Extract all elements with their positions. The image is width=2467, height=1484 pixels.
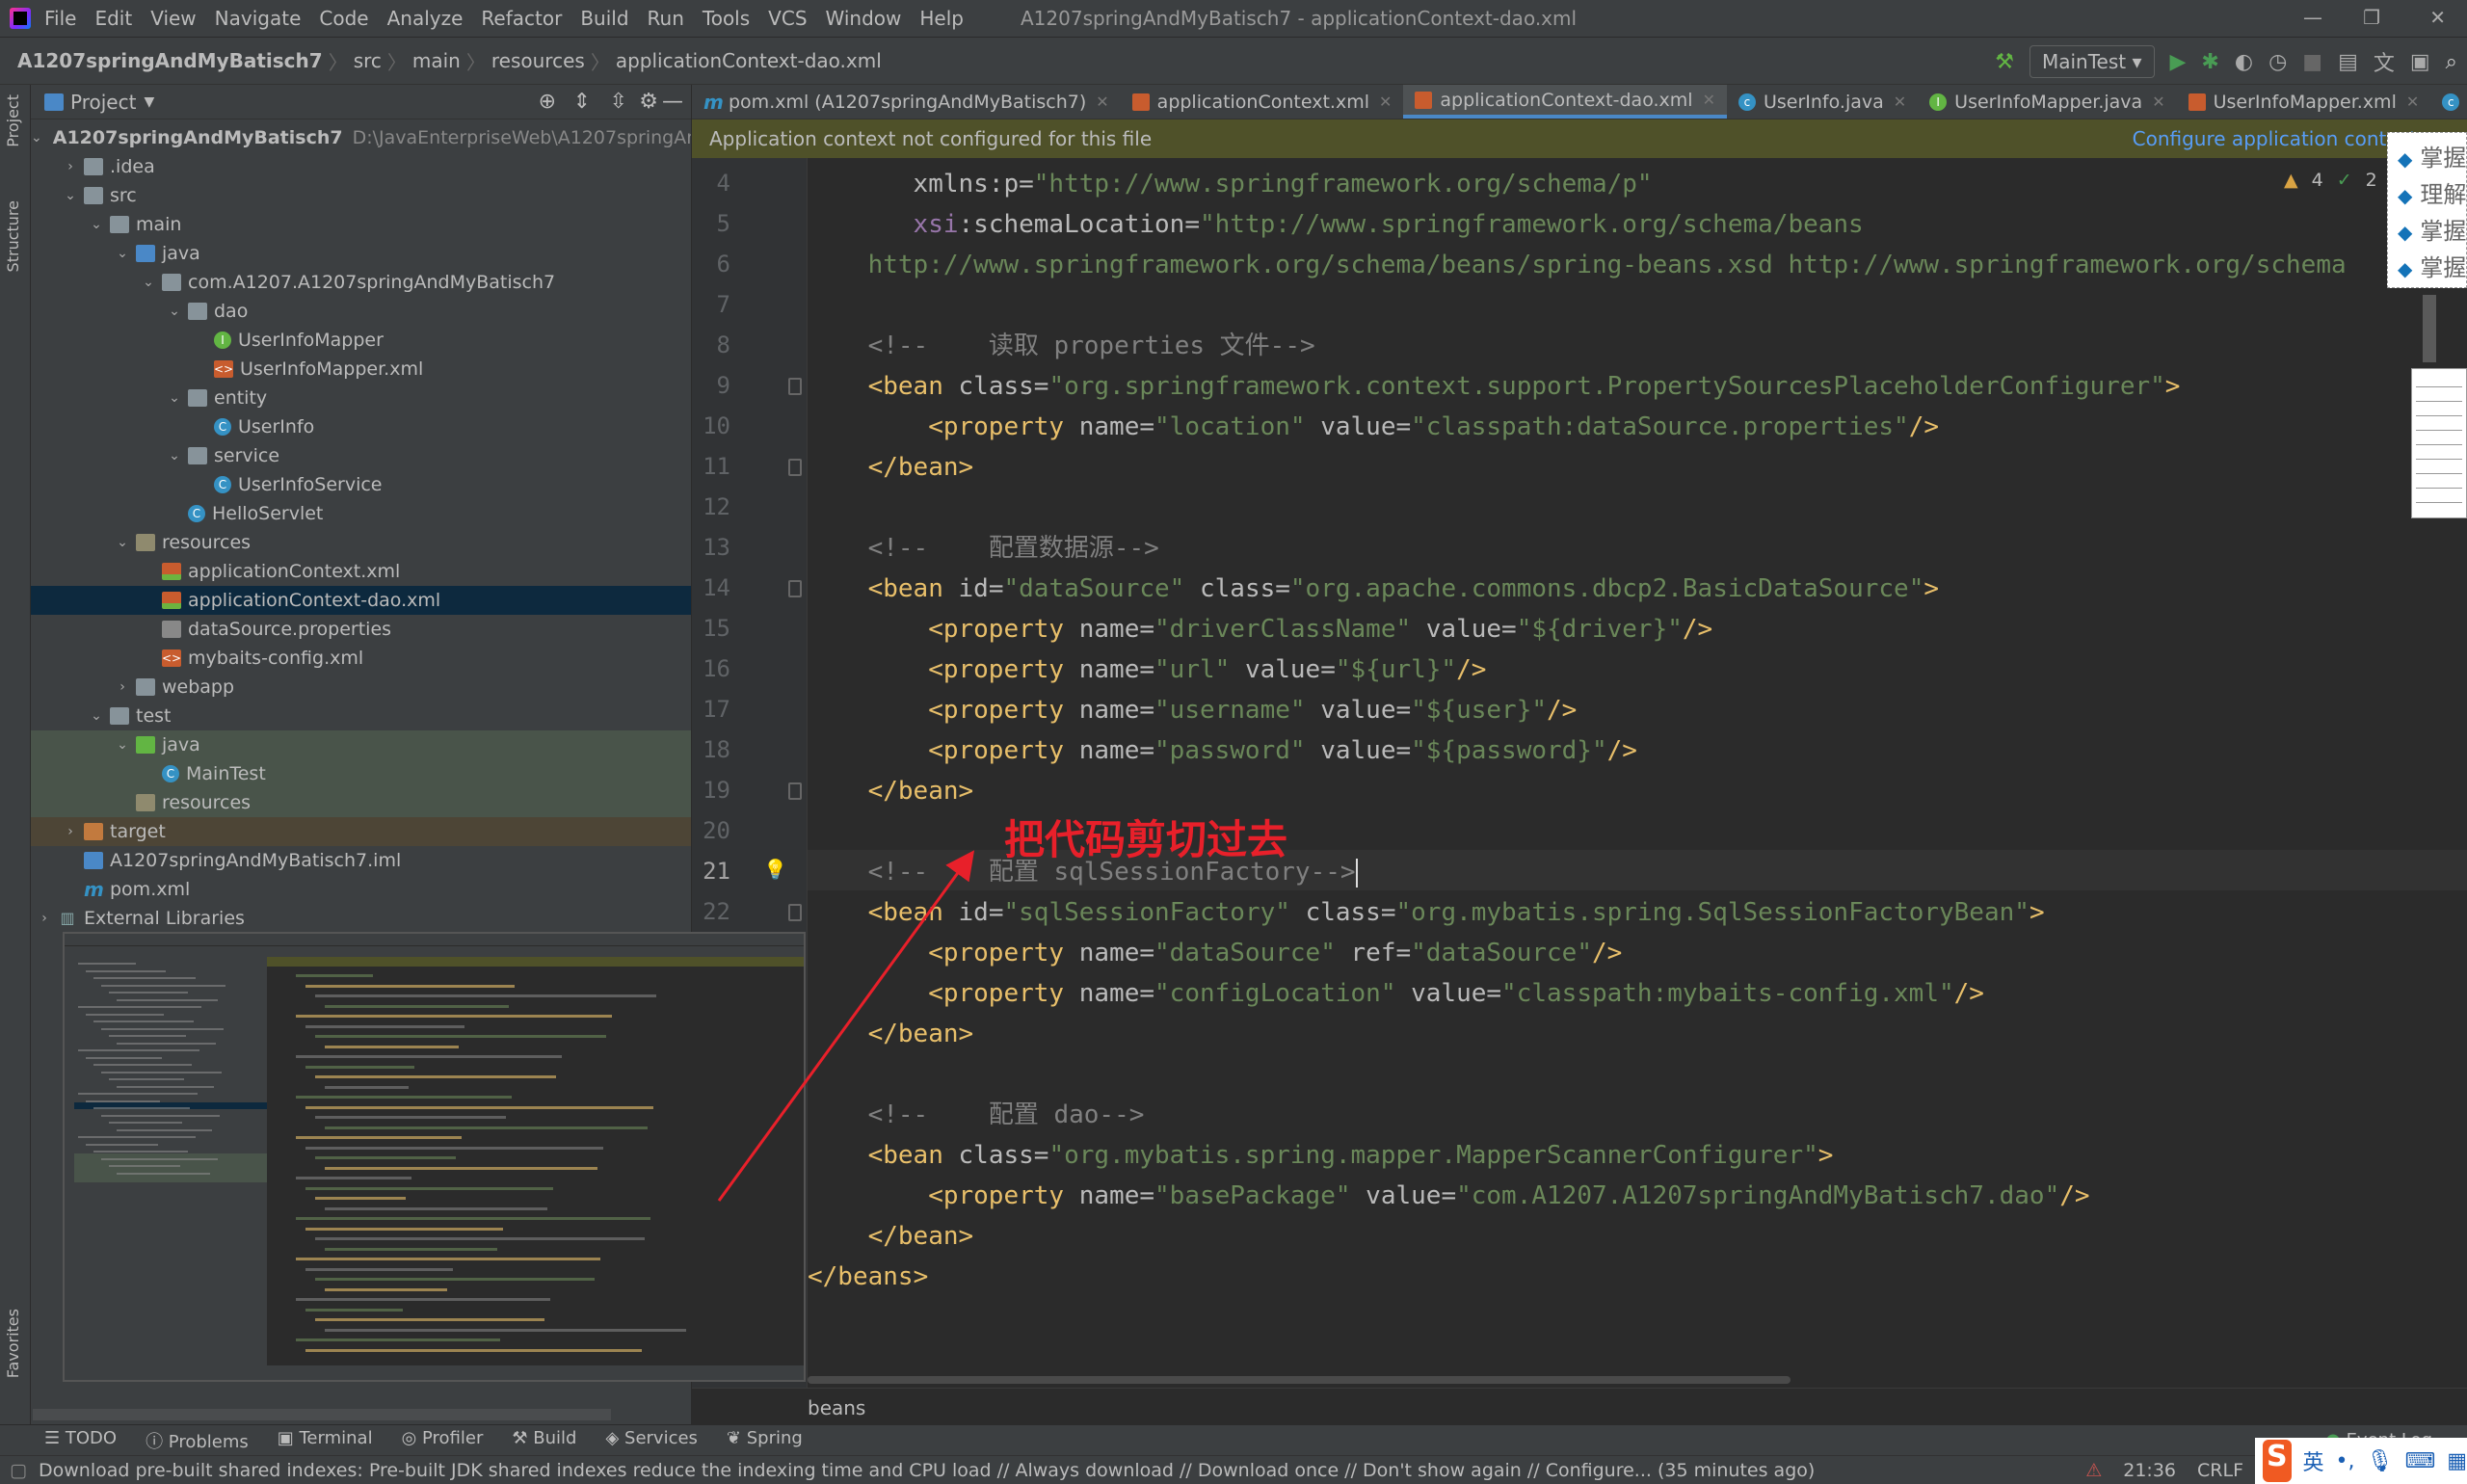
todo-icon: ☰ [44, 1427, 66, 1448]
problems-icon: ⓘ [146, 1431, 169, 1452]
status-toggle-icon[interactable]: ▢ [10, 1460, 27, 1481]
profiler-icon: ◎ [401, 1427, 423, 1448]
menu-grid-icon[interactable]: ▦ [2447, 1449, 2467, 1473]
terminal-icon: ▣ [277, 1427, 300, 1448]
toolwindow-build[interactable]: ⚒ Build [512, 1428, 576, 1453]
toolwindow-label: Problems [168, 1431, 249, 1452]
diamond-bullet-icon: ◆ [2398, 221, 2413, 244]
popup-bullet-item: ◆ 掌握 [2398, 212, 2466, 249]
toolwindow-label: Build [533, 1427, 577, 1448]
status-bar: ▢ Download pre-built shared indexes: Pre… [0, 1455, 2467, 1484]
popup-item-text: 掌握 [2420, 145, 2467, 172]
popup-item-text: 理解 [2420, 181, 2467, 208]
line-separator[interactable]: CRLF [2197, 1460, 2243, 1481]
tool-window-bar: ☰ TODO ⓘ Problems ▣ Terminal ◎ Profiler ⚒ Bu… [0, 1424, 2467, 1455]
error-report-icon[interactable]: ⚠ [2085, 1460, 2102, 1481]
diamond-bullet-icon: ◆ [2398, 147, 2413, 171]
spring-icon: ❦ [726, 1427, 747, 1448]
ime-toolbar: S 英 •, 🎙 ⌨ ▦ [2255, 1438, 2467, 1484]
toolwindow-profiler[interactable]: ◎ Profiler [402, 1428, 484, 1453]
overlay-bullet-list: ◆ 掌握 ◆ 理解 ◆ 掌握 ◆ 掌握 [2387, 132, 2467, 288]
build-icon: ⚒ [512, 1427, 534, 1448]
caret-position[interactable]: 21:36 [2123, 1460, 2176, 1481]
microphone-icon[interactable]: 🎙 [2367, 1449, 2394, 1473]
toolwindow-services[interactable]: ◈ Services [605, 1428, 697, 1453]
toolwindow-problems[interactable]: ⓘ Problems [146, 1428, 249, 1453]
popup-item-text: 掌握 [2420, 218, 2467, 245]
sogou-logo-icon: S [2263, 1440, 2292, 1482]
punctuation-icon[interactable]: •, [2336, 1449, 2355, 1473]
toolwindow-label: Services [624, 1427, 698, 1448]
red-arrow [717, 850, 975, 1202]
toolwindow-label: Profiler [422, 1427, 484, 1448]
popup-bullet-item: ◆ 掌握 [2398, 249, 2466, 285]
diamond-bullet-icon: ◆ [2398, 257, 2413, 280]
diamond-bullet-icon: ◆ [2398, 184, 2413, 207]
toolwindow-terminal[interactable]: ▣ Terminal [278, 1428, 373, 1453]
popup-bullet-item: ◆ 掌握 [2398, 139, 2466, 175]
keyboard-icon[interactable]: ⌨ [2404, 1449, 2435, 1473]
toolwindow-spring[interactable]: ❦ Spring [727, 1428, 803, 1453]
annotation-arrow [717, 850, 975, 1202]
popup-bullet-item: ◆ 理解 [2398, 175, 2466, 212]
toolwindow-label: TODO [65, 1427, 118, 1448]
toolwindow-label: Spring [746, 1427, 803, 1448]
popup-item-text: 掌握 [2420, 254, 2467, 281]
services-icon: ◈ [605, 1427, 625, 1448]
toolwindow-label: Terminal [299, 1427, 373, 1448]
ime-language[interactable]: 英 [2303, 1445, 2324, 1476]
overlay-table-image [2411, 368, 2467, 518]
toolwindow-todo[interactable]: ☰ TODO [44, 1428, 117, 1453]
annotation-text: 把代码剪切过去 [1004, 816, 1288, 863]
status-message[interactable]: Download pre-built shared indexes: Pre-b… [39, 1460, 1815, 1481]
